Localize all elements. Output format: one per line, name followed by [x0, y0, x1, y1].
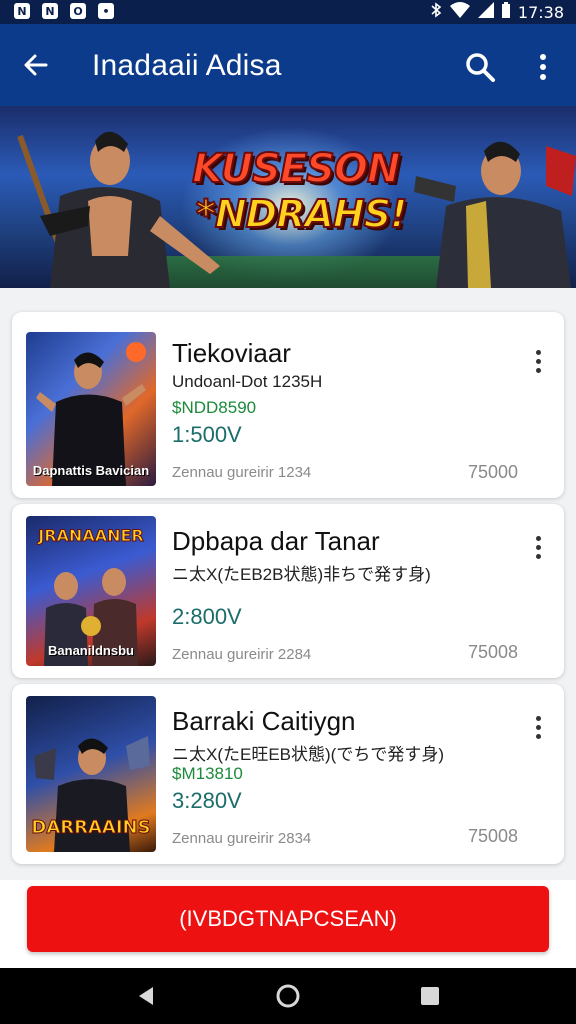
item-count: 75008 — [467, 642, 518, 662]
item-count: 75000 — [467, 462, 518, 482]
app-bar: Inadaaii Adisa — [0, 24, 576, 106]
item-price: 2:800V — [172, 604, 242, 629]
status-bar: N N O • 17:38 — [0, 0, 576, 24]
wifi-icon — [449, 2, 470, 23]
notification-icons: N N O • — [14, 3, 114, 19]
item-menu-button[interactable] — [526, 346, 550, 376]
item-subtitle: Undoanl-Dot 1235H — [172, 372, 323, 391]
item-title: Dpbapa dar Tanar — [172, 526, 380, 556]
thumbnail-logo: DARRAAINS — [31, 817, 151, 839]
search-button[interactable] — [460, 47, 500, 87]
thumbnail-caption: Dapnattis Bavician — [32, 463, 150, 478]
triangle-back-icon — [139, 987, 153, 1005]
game-thumbnail: DARRAAINS — [26, 696, 156, 852]
game-thumbnail: Dapnattis Bavician — [26, 332, 156, 486]
item-subtitle: ニ太X(たEB2B状態)非ちで発す身) — [172, 565, 431, 584]
square-recents-icon — [421, 987, 439, 1005]
thumbnail-logo: JRANAANER — [38, 526, 144, 546]
arrow-left-icon — [24, 54, 48, 76]
primary-action-button[interactable]: (IVBDGTNAPCSEAN) — [27, 886, 549, 952]
bottom-action-area: (IVBDGTNAPCSEAN) — [0, 880, 576, 968]
more-vert-icon — [535, 535, 541, 559]
item-highlight: $NDD8590 — [172, 398, 257, 417]
clock: 17:38 — [517, 3, 564, 22]
notification-app-icon: • — [98, 3, 114, 19]
item-subtitle: ニ太X(たE旺EB状態)(でちで発す身) — [172, 745, 444, 764]
item-menu-button[interactable] — [526, 532, 550, 562]
item-meta: Zennau gureirir 1234 — [172, 464, 312, 481]
item-title: Barraki Caitiygn — [172, 706, 356, 736]
overflow-menu-button[interactable] — [528, 47, 558, 87]
item-highlight: $M13810 — [172, 764, 243, 783]
more-vert-icon — [540, 54, 546, 80]
list-item[interactable]: DARRAAINS Barraki Caitiygn ニ太X(たE旺EB状態)(… — [12, 684, 564, 864]
nav-recents-button[interactable] — [416, 982, 444, 1010]
item-price: 3:280V — [172, 788, 242, 813]
item-menu-button[interactable] — [526, 712, 550, 742]
back-button[interactable] — [18, 47, 54, 83]
item-count: 75008 — [467, 826, 518, 846]
game-thumbnail: JRANAANER Bananildnsbu — [26, 516, 156, 666]
list-item[interactable]: Dapnattis Bavician Tiekoviaar Undoanl-Do… — [12, 312, 564, 498]
item-meta: Zennau gureirir 2834 — [172, 830, 312, 847]
battery-icon — [501, 2, 510, 23]
nav-home-button[interactable] — [274, 982, 302, 1010]
nav-back-button[interactable] — [132, 982, 160, 1010]
item-meta: Zennau gureirir 2284 — [172, 646, 312, 663]
bluetooth-icon — [430, 2, 442, 23]
more-vert-icon — [535, 715, 541, 739]
circle-home-icon — [276, 984, 300, 1008]
banner-title-line2: *NDRAHS! — [195, 191, 408, 237]
hero-right-figure — [414, 141, 576, 288]
list-item[interactable]: JRANAANER Bananildnsbu Dpbapa dar Tanar … — [12, 504, 564, 678]
signal-icon — [477, 2, 494, 23]
item-price: 1:500V — [172, 422, 242, 447]
system-nav-bar — [0, 968, 576, 1024]
notification-app-icon: N — [14, 3, 30, 19]
notification-app-icon: O — [70, 3, 86, 19]
search-icon — [466, 53, 495, 82]
notification-app-icon: N — [42, 3, 58, 19]
item-title: Tiekoviaar — [172, 338, 291, 368]
more-vert-icon — [535, 349, 541, 373]
banner-title-line1: KUSESON — [191, 145, 401, 193]
page-title: Inadaaii Adisa — [92, 49, 282, 82]
thumbnail-caption: Bananildnsbu — [48, 643, 134, 658]
promo-banner[interactable]: KUSESON *NDRAHS! — [0, 106, 576, 288]
